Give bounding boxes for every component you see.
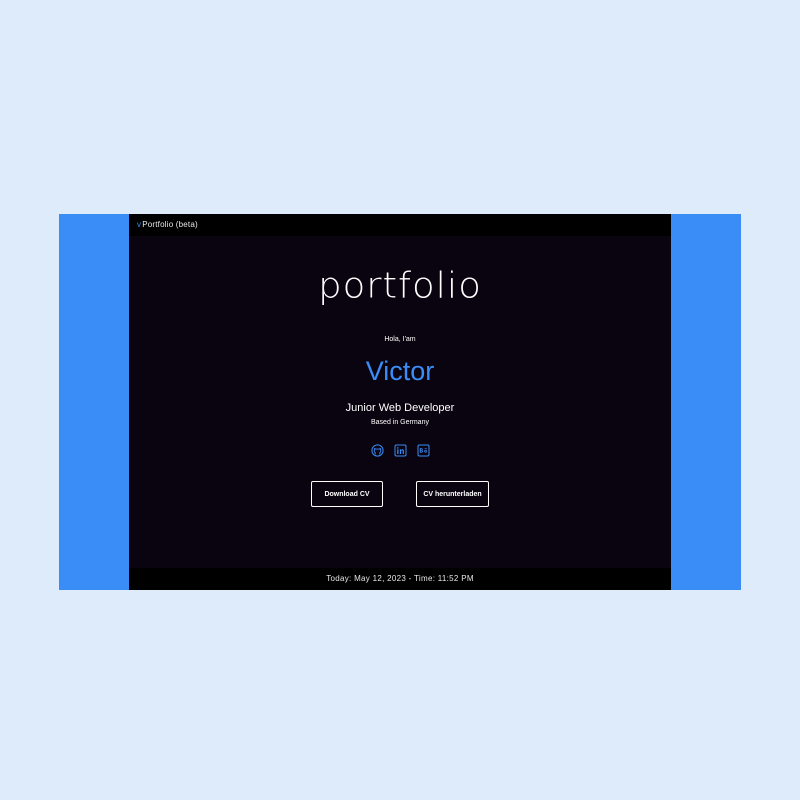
- github-icon[interactable]: [370, 444, 384, 457]
- portfolio-logo-text: portfolio: [318, 265, 482, 306]
- browser-frame: vPortfolio (beta) portfolio Hola, I'am V…: [59, 214, 741, 590]
- brand-logo-mark: v: [137, 220, 142, 229]
- cv-herunterladen-button[interactable]: CV herunterladen: [416, 481, 489, 507]
- brand-link[interactable]: vPortfolio (beta): [137, 220, 198, 229]
- linkedin-icon[interactable]: [394, 444, 407, 457]
- behance-icon[interactable]: [417, 444, 430, 457]
- social-links: [129, 444, 671, 457]
- hero-name: Victor: [365, 356, 435, 386]
- job-title: Junior Web Developer: [345, 402, 455, 414]
- top-bar: vPortfolio (beta): [129, 214, 671, 236]
- portfolio-page: vPortfolio (beta) portfolio Hola, I'am V…: [129, 214, 671, 590]
- footer-datetime: Today: May 12, 2023 - Time: 11:52 PM: [129, 568, 671, 590]
- location: Based in Germany: [371, 419, 429, 426]
- greeting: Hola, I'am: [384, 336, 416, 343]
- brand-title: Portfolio (beta): [142, 220, 198, 229]
- download-cv-button[interactable]: Download CV: [311, 481, 383, 507]
